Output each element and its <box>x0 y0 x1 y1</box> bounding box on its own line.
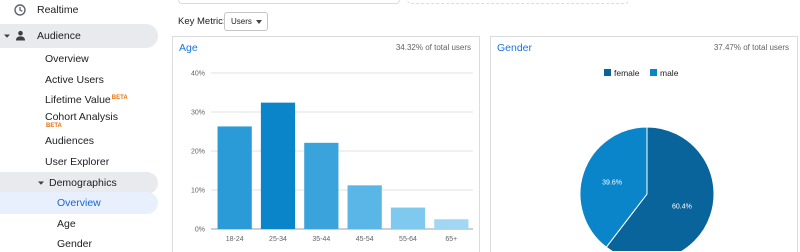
x-tick-label: 18-24 <box>226 236 244 243</box>
beta-badge: BETA <box>46 123 62 129</box>
slice-value-label: 60.4% <box>672 203 692 210</box>
beta-badge: BETA <box>111 95 128 101</box>
y-tick-label: 10% <box>191 188 205 195</box>
bar <box>304 142 339 229</box>
top-field-box <box>178 0 400 4</box>
bar <box>347 185 382 229</box>
caret-down-icon <box>38 181 44 185</box>
age-card: Age 34.32% of total users 0% 10% 20% 30% 40%… <box>172 36 480 252</box>
dropdown-arrow-icon <box>256 20 262 24</box>
sidebar-item-label: Audiences <box>45 135 95 147</box>
bar <box>434 219 469 229</box>
bar <box>260 102 296 229</box>
top-placeholder-box <box>407 0 629 4</box>
sidebar-item-label: Active Users <box>45 74 104 86</box>
y-tick-label: 40% <box>191 71 205 78</box>
sidebar-item-label: Audience <box>37 30 81 42</box>
x-tick-label: 55-64 <box>399 236 417 243</box>
sidebar-item-active-users[interactable]: Active Users <box>0 69 158 91</box>
caret-down-icon <box>4 34 10 38</box>
y-tick-label: 20% <box>191 149 205 156</box>
gender-card: Gender 37.47% of total users female male 6… <box>490 36 798 252</box>
legend-swatch <box>650 69 657 76</box>
sidebar-item-overview[interactable]: Overview <box>0 48 158 70</box>
sidebar-item-label: Age <box>57 218 76 230</box>
bar <box>217 126 252 229</box>
sidebar: Realtime Audience Overview Active Users … <box>0 0 162 252</box>
sidebar-item-label: Demographics <box>49 177 117 189</box>
bar <box>390 207 426 229</box>
slice-value-label: 39.6% <box>602 180 622 187</box>
legend-swatch <box>604 69 611 76</box>
person-icon <box>16 30 25 41</box>
age-bar-chart: 0% 10% 20% 30% 40% 18-24 25-34 35-44 45-54 55-64 6… <box>191 71 473 243</box>
y-tick-label: 30% <box>191 110 205 117</box>
sidebar-item-demographics-overview[interactable]: Overview <box>0 192 158 214</box>
sidebar-item-cohort-analysis[interactable]: Cohort Analysis <box>0 106 158 128</box>
key-metric-select[interactable]: Users <box>224 12 268 31</box>
sidebar-item-label: Lifetime Value <box>45 94 111 106</box>
sidebar-item-label: User Explorer <box>45 156 110 168</box>
clock-icon <box>14 4 26 16</box>
sidebar-item-label: Gender <box>57 238 93 250</box>
sidebar-item-demographics-age[interactable]: Age <box>0 213 158 235</box>
sidebar-item-user-explorer[interactable]: User Explorer <box>0 151 158 173</box>
x-tick-label: 25-34 <box>269 236 287 243</box>
y-tick-label: 0% <box>195 227 205 234</box>
sidebar-item-demographics-gender[interactable]: Gender <box>0 233 158 252</box>
x-tick-label: 65+ <box>445 236 457 243</box>
x-tick-label: 35-44 <box>312 236 330 243</box>
legend-label: female <box>614 68 640 78</box>
sidebar-item-label: Overview <box>45 53 89 65</box>
sidebar-item-audience[interactable]: Audience <box>0 24 158 48</box>
sidebar-item-realtime[interactable]: Realtime <box>0 0 158 22</box>
x-tick-label: 45-54 <box>356 236 374 243</box>
legend-label: male <box>660 68 679 78</box>
key-metric-label: Key Metric: <box>178 16 226 27</box>
sidebar-item-label: Overview <box>57 197 101 209</box>
sidebar-item-label: Realtime <box>37 4 79 16</box>
key-metric-value: Users <box>231 17 252 26</box>
gender-pie-chart: female male 60.4% 39.6% <box>579 68 715 251</box>
sidebar-item-audiences[interactable]: Audiences <box>0 130 158 152</box>
sidebar-item-demographics[interactable]: Demographics <box>0 172 158 194</box>
